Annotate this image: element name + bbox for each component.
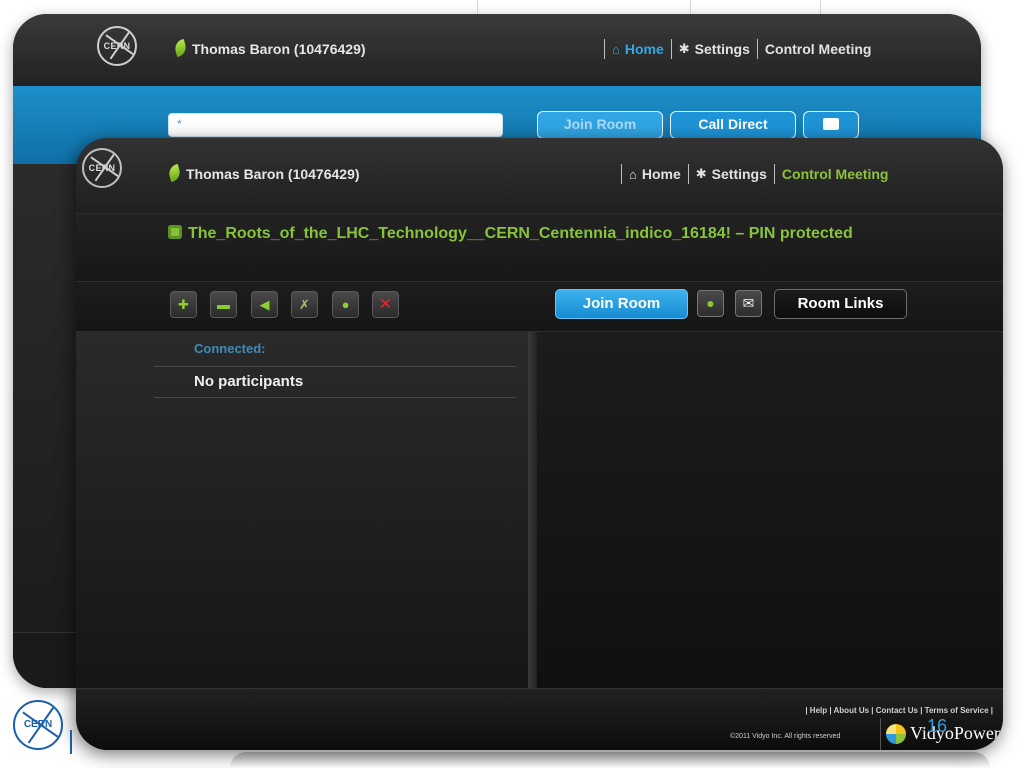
vidyo-flower-icon [886, 723, 906, 744]
gear-icon: ✱ [695, 166, 707, 181]
room-title: The_Roots_of_the_LHC_Technology__CERN_Ce… [168, 225, 853, 243]
add-participant-icon: ✚ [178, 297, 189, 312]
footer-links[interactable]: | Help | About Us | Contact Us | Terms o… [805, 706, 993, 715]
nav-separator [773, 164, 775, 184]
nav-control-meeting-label: Control Meeting [781, 166, 889, 182]
logo-text: CERN [23, 719, 53, 730]
add-participant-button[interactable]: ✚ [170, 291, 197, 318]
copyright-text: ©2011 Vidyo Inc. All rights reserved [730, 733, 841, 740]
cern-logo[interactable]: CERN [82, 148, 122, 188]
nav-control-meeting[interactable]: Control Meeting [765, 41, 872, 57]
home-icon: ⌂ [612, 41, 620, 57]
nav-control-meeting[interactable]: Control Meeting [782, 166, 889, 182]
leaf-icon [167, 163, 182, 183]
close-icon: ✕ [378, 296, 393, 313]
nav-settings[interactable]: ✱ Settings [696, 166, 767, 182]
footer [76, 688, 1003, 750]
slide-bar [70, 730, 72, 754]
mic-icon: ● [341, 297, 350, 312]
nav-home-label: Home [624, 41, 664, 57]
call-direct-label: Call Direct [698, 116, 768, 132]
reflection [230, 752, 990, 768]
envelope-icon: ✉ [742, 295, 755, 311]
front-window: CERN Thomas Baron (10476429) ⌂ Home ✱ Sett… [76, 138, 1003, 750]
logo-text: CERN [88, 163, 116, 173]
logo-text: CERN [103, 41, 131, 51]
slide-number: 16 [927, 716, 948, 736]
user-name: Thomas Baron (10476429) [192, 41, 366, 57]
search-value: * [177, 117, 182, 131]
nav-settings-label: Settings [711, 166, 767, 182]
lock-icon: ● [706, 295, 715, 311]
close-button[interactable]: ✕ [372, 291, 399, 318]
disconnect-button[interactable]: ◀ [251, 291, 278, 318]
panel-divider[interactable] [528, 332, 537, 688]
connected-label: Connected: [194, 341, 266, 356]
nav-settings[interactable]: ✱ Settings [679, 41, 750, 57]
nav-separator [756, 39, 758, 59]
call-direct-button[interactable]: Call Direct [670, 111, 796, 139]
nav-home[interactable]: ⌂ Home [612, 41, 664, 57]
nav-separator [604, 39, 605, 59]
nav-separator [687, 164, 689, 184]
contact-card-icon [823, 118, 839, 130]
room-links-label: Room Links [797, 295, 884, 312]
slide-cern-logo: CERN [13, 700, 63, 750]
back-user-link[interactable]: Thomas Baron (10476429) [173, 38, 366, 58]
back-nav: ⌂ Home ✱ Settings Control Meeting [597, 39, 871, 59]
join-room-button[interactable]: Join Room [555, 289, 688, 319]
back-join-room-button[interactable]: Join Room [537, 111, 663, 139]
home-icon: ⌂ [629, 166, 637, 182]
mute-microphone-button[interactable]: ✗ [291, 291, 318, 318]
no-participants-text: No participants [194, 373, 304, 390]
plug-icon: ▬ [217, 297, 230, 312]
connect-button[interactable]: ▬ [210, 291, 237, 318]
gear-icon: ✱ [678, 41, 690, 56]
footer-separator [880, 718, 881, 750]
nav-home[interactable]: ⌂ Home [629, 166, 681, 182]
room-title-text: The_Roots_of_the_LHC_Technology__CERN_Ce… [188, 225, 853, 242]
divider [154, 366, 516, 367]
room-links-button[interactable]: Room Links [774, 289, 907, 319]
join-room-label: Join Room [563, 116, 637, 132]
nav-home-label: Home [641, 166, 681, 182]
vidyo-brand-text: VidyoPower [910, 723, 1000, 743]
microphone-button[interactable]: ● [332, 291, 359, 318]
divider [154, 397, 516, 398]
invite-button[interactable]: ✉ [735, 290, 762, 317]
nav-control-meeting-label: Control Meeting [764, 41, 872, 57]
user-name: Thomas Baron (10476429) [186, 166, 360, 182]
room-icon [168, 225, 182, 239]
search-input[interactable]: * [168, 113, 503, 137]
leaf-icon [173, 38, 188, 58]
video-panel [537, 332, 1003, 688]
front-user-link[interactable]: Thomas Baron (10476429) [167, 163, 360, 183]
contacts-button[interactable] [803, 111, 859, 139]
lock-room-button[interactable]: ● [697, 290, 724, 317]
front-nav: ⌂ Home ✱ Settings Control Meeting [614, 164, 888, 184]
nav-separator [670, 39, 672, 59]
nav-separator [621, 164, 622, 184]
mic-off-icon: ✗ [299, 297, 310, 312]
cern-logo[interactable]: CERN [97, 26, 137, 66]
unplug-icon: ◀ [259, 297, 270, 312]
nav-settings-label: Settings [694, 41, 750, 57]
join-room-label: Join Room [582, 295, 661, 312]
